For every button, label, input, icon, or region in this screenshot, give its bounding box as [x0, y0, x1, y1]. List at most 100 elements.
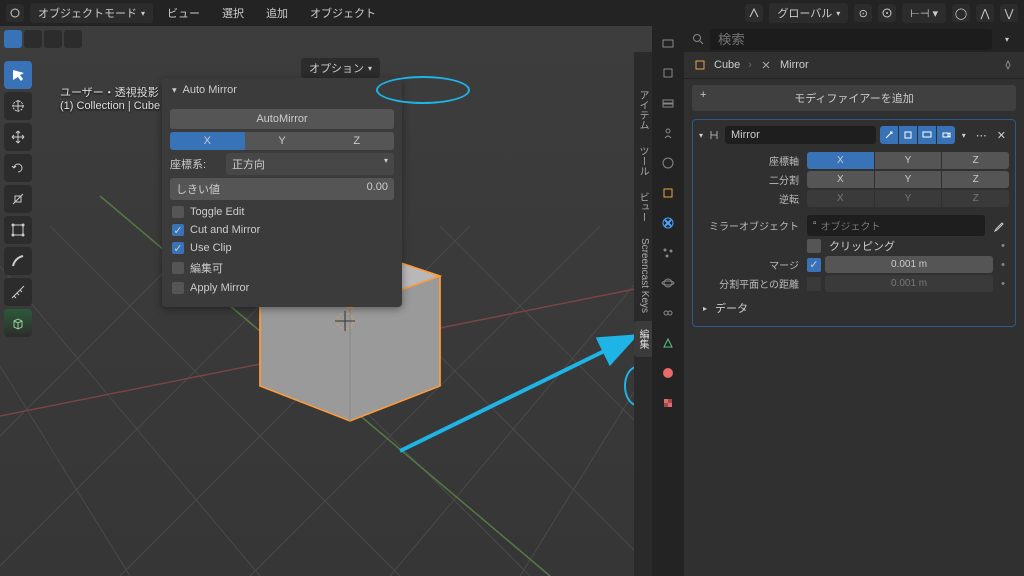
clip-checkbox[interactable]	[807, 239, 821, 253]
coord-label: 座標系:	[170, 156, 222, 172]
mirror-object-field[interactable]: ▫オブジェクト	[807, 215, 985, 236]
vis-render-icon[interactable]	[937, 126, 955, 144]
ptab-texture[interactable]	[657, 392, 679, 414]
cut-mirror-label: Cut and Mirror	[190, 224, 260, 236]
ptab-output[interactable]	[657, 62, 679, 84]
tab-edit[interactable]: 編集	[634, 321, 652, 357]
snap-dropdown[interactable]: ⊢⊣ ▾	[902, 3, 946, 23]
merge-checkbox[interactable]: ✓	[807, 258, 821, 272]
orientation-dropdown[interactable]: グローバル▾	[769, 3, 848, 23]
ptab-render[interactable]	[657, 32, 679, 54]
pin-icon[interactable]	[1002, 59, 1014, 71]
use-clip-check[interactable]: ✓Use Clip	[170, 239, 394, 257]
select-mode-3[interactable]	[44, 30, 62, 48]
coord-dropdown[interactable]: 正方向▾	[226, 153, 394, 175]
menu-select[interactable]: 選択	[214, 3, 252, 23]
add-modifier-button[interactable]: + モディファイアーを追加	[692, 85, 1016, 111]
tool-add-cube[interactable]	[4, 309, 32, 337]
select-mode-4[interactable]	[64, 30, 82, 48]
tool-annotate[interactable]	[4, 247, 32, 275]
vis-cage-icon[interactable]	[899, 126, 917, 144]
pivot-icon[interactable]: ⊙	[854, 4, 872, 22]
vis-viewport-icon[interactable]	[918, 126, 936, 144]
viewport-3d[interactable]: ユーザー・透視投影 (1) Collection | Cube Z Y X オプ…	[0, 26, 652, 576]
mod-axis-y[interactable]: Y	[875, 152, 942, 169]
ptab-material[interactable]	[657, 362, 679, 384]
tool-measure[interactable]	[4, 278, 32, 306]
vis-edit-icon[interactable]	[880, 126, 898, 144]
editor-type-icon[interactable]	[6, 4, 24, 22]
dot-icon[interactable]: •	[997, 278, 1009, 290]
close-icon[interactable]: ✕	[994, 129, 1009, 142]
mirror-object-placeholder: オブジェクト	[821, 218, 881, 233]
mod-bisect-y[interactable]: Y	[875, 171, 942, 188]
ptab-data[interactable]	[657, 332, 679, 354]
ptab-viewlayer[interactable]	[657, 92, 679, 114]
tool-move[interactable]	[4, 123, 32, 151]
ptab-physics[interactable]	[657, 272, 679, 294]
tab-item[interactable]: アイテム	[634, 82, 652, 138]
ptab-constraints[interactable]	[657, 302, 679, 324]
search-input[interactable]	[710, 29, 992, 50]
dot-icon[interactable]: •	[997, 240, 1009, 252]
ptab-scene[interactable]	[657, 122, 679, 144]
bisectdist-checkbox[interactable]	[807, 277, 821, 291]
chevron-down-icon[interactable]: ▾	[959, 131, 969, 140]
menu-object[interactable]: オブジェクト	[302, 3, 384, 23]
orientation-icon[interactable]	[745, 4, 763, 22]
mod-axis-x[interactable]: X	[807, 152, 874, 169]
proportional-icon[interactable]: ◯	[952, 4, 970, 22]
n-panel-header[interactable]: ▸ Auto Mirror	[162, 78, 402, 102]
tool-scale[interactable]	[4, 185, 32, 213]
menu-view[interactable]: ビュー	[159, 3, 208, 23]
options-button[interactable]: オプション ▾	[301, 58, 380, 78]
select-mode-1[interactable]	[4, 30, 22, 48]
chevron-down-icon[interactable]: ▾	[699, 131, 703, 140]
ptab-world[interactable]	[657, 152, 679, 174]
axis-z[interactable]: Z	[319, 132, 394, 150]
ptab-modifier[interactable]	[657, 212, 679, 234]
tool-cursor[interactable]	[4, 92, 32, 120]
modifier-visibility	[880, 126, 955, 144]
mod-flip-label: 逆転	[699, 191, 803, 206]
ptab-object[interactable]	[657, 182, 679, 204]
tab-view[interactable]: ビュー	[634, 184, 652, 230]
chevron-right-icon[interactable]: ▸	[699, 304, 711, 313]
data-section-label[interactable]: データ	[715, 300, 748, 316]
editable-check[interactable]: 編集可	[170, 257, 394, 279]
tab-tool[interactable]: ツール	[634, 138, 652, 184]
crumb-object[interactable]: Cube	[714, 59, 740, 71]
mod-flip-z: Z	[942, 190, 1009, 207]
modifier-name-field[interactable]: Mirror	[725, 126, 876, 144]
select-mode-2[interactable]	[24, 30, 42, 48]
menu-add[interactable]: 追加	[258, 3, 296, 23]
misc-icon-1[interactable]: ⋀	[976, 4, 994, 22]
merge-value[interactable]: 0.001 m	[825, 256, 993, 273]
misc-icon-2[interactable]: ⋁	[1000, 4, 1018, 22]
modifier-type-icon	[707, 128, 721, 142]
tab-screencast[interactable]: Screencast Keys	[634, 230, 652, 321]
ptab-particles[interactable]	[657, 242, 679, 264]
threshold-field[interactable]: しきい値0.00	[170, 178, 394, 200]
mod-bisect-x[interactable]: X	[807, 171, 874, 188]
cut-mirror-check[interactable]: ✓Cut and Mirror	[170, 221, 394, 239]
mode-dropdown[interactable]: オブジェクトモード▾	[30, 3, 153, 23]
automirror-button[interactable]: AutoMirror	[170, 109, 394, 129]
snap-icon[interactable]	[878, 4, 896, 22]
mod-bisect-z[interactable]: Z	[942, 171, 1009, 188]
extras-icon[interactable]: ⋯	[973, 129, 990, 142]
properties-tabs	[652, 26, 684, 576]
tool-rotate[interactable]	[4, 154, 32, 182]
mod-axis-z[interactable]: Z	[942, 152, 1009, 169]
tool-select-box[interactable]	[4, 61, 32, 89]
axis-x[interactable]: X	[170, 132, 245, 150]
crumb-modifier[interactable]: Mirror	[780, 59, 809, 71]
eyedropper-icon[interactable]	[989, 220, 1009, 232]
dot-icon[interactable]: •	[997, 259, 1009, 271]
axis-y[interactable]: Y	[245, 132, 320, 150]
filter-icon[interactable]: ▾	[998, 30, 1016, 48]
tool-transform[interactable]	[4, 216, 32, 244]
info-collection: (1) Collection | Cube	[60, 100, 160, 112]
toggle-edit-check[interactable]: Toggle Edit	[170, 203, 394, 221]
apply-mirror-check[interactable]: Apply Mirror	[170, 279, 394, 297]
